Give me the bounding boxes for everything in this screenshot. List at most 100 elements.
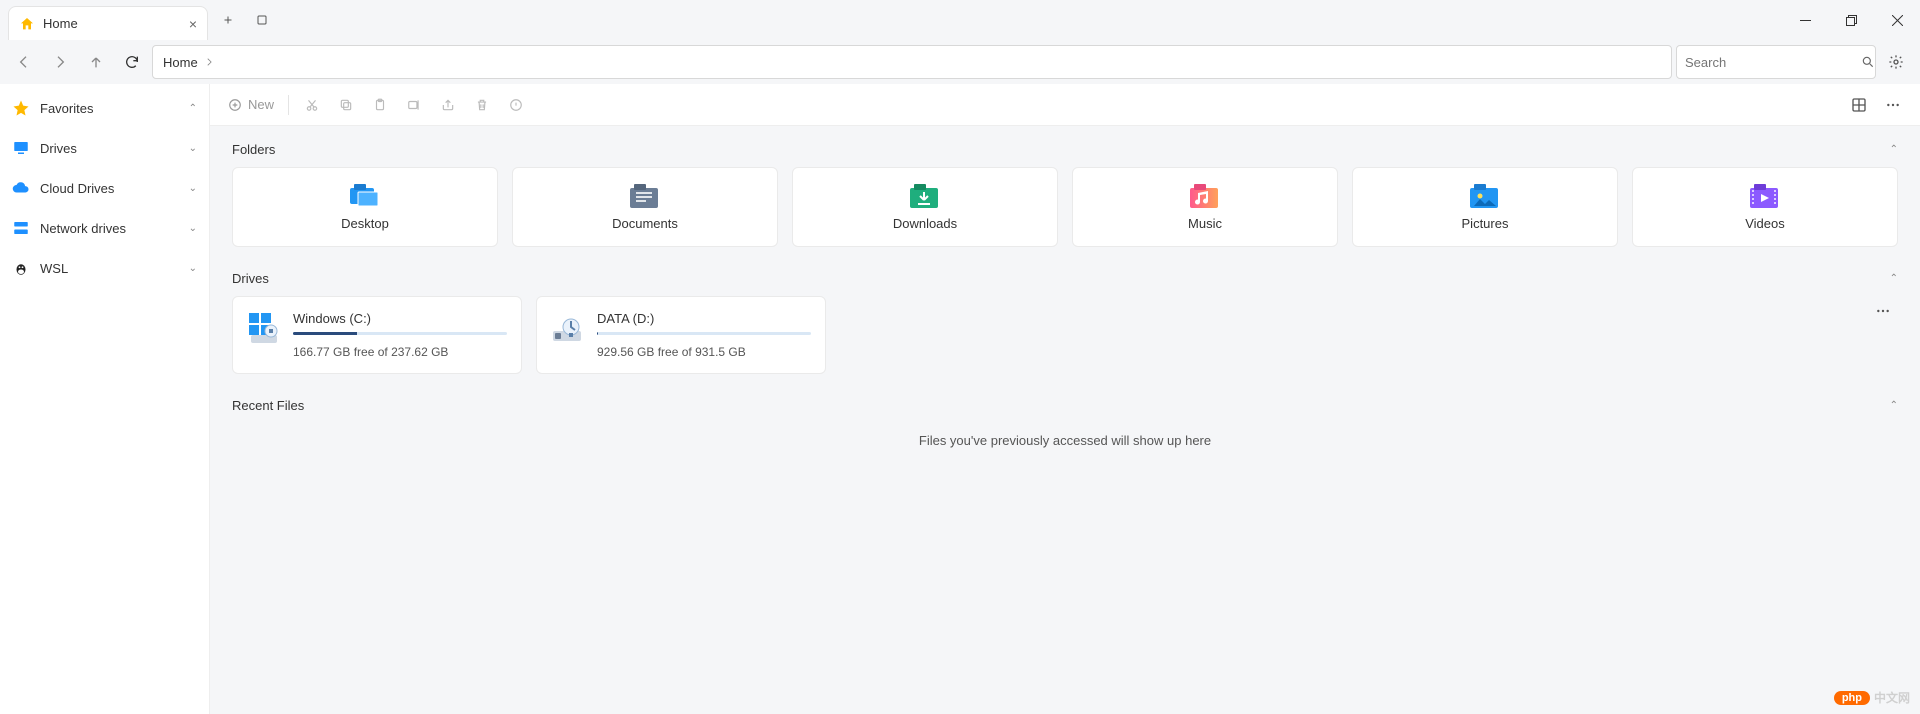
tab-close-icon[interactable]: × xyxy=(189,16,197,32)
separator xyxy=(288,95,289,115)
folder-label: Videos xyxy=(1745,216,1785,231)
drive-name: Windows (C:) xyxy=(293,311,507,326)
address-bar[interactable]: Home xyxy=(152,45,1672,79)
settings-button[interactable] xyxy=(1880,46,1912,78)
chevron-right-icon xyxy=(204,57,214,67)
folder-videos[interactable]: Videos xyxy=(1632,167,1898,247)
chevron-down-icon[interactable]: ⌄ xyxy=(189,183,197,194)
chevron-down-icon[interactable]: ⌄ xyxy=(189,143,197,154)
sidebar-item-network-drives[interactable]: Network drives ⌄ xyxy=(0,208,209,248)
cut-button xyxy=(297,90,327,120)
pictures-folder-icon xyxy=(1468,184,1502,210)
sidebar-item-label: Network drives xyxy=(40,221,126,236)
desktop-folder-icon xyxy=(348,184,382,210)
home-icon xyxy=(19,16,35,32)
monitor-icon xyxy=(12,139,30,157)
sidebar-item-wsl[interactable]: WSL ⌄ xyxy=(0,248,209,288)
drives-title: Drives xyxy=(232,271,269,286)
folder-music[interactable]: Music xyxy=(1072,167,1338,247)
up-button[interactable] xyxy=(80,46,112,78)
back-button[interactable] xyxy=(8,46,40,78)
layout-button[interactable] xyxy=(1844,90,1874,120)
minimize-button[interactable] xyxy=(1782,0,1828,40)
watermark: php 中文网 xyxy=(1834,689,1910,706)
forward-button[interactable] xyxy=(44,46,76,78)
maximize-button[interactable] xyxy=(1828,0,1874,40)
delete-button xyxy=(467,90,497,120)
share-button xyxy=(433,90,463,120)
folder-desktop[interactable]: Desktop xyxy=(232,167,498,247)
paste-button xyxy=(365,90,395,120)
downloads-folder-icon xyxy=(908,184,942,210)
sidebar-item-label: WSL xyxy=(40,261,68,276)
new-button[interactable]: New xyxy=(222,90,280,120)
main-area: New Folders ⌃ Deskto xyxy=(210,84,1920,714)
videos-folder-icon xyxy=(1748,184,1782,210)
chevron-down-icon[interactable]: ⌄ xyxy=(189,223,197,234)
recent-header: Recent Files ⌃ xyxy=(232,398,1898,413)
collapse-folders-icon[interactable]: ⌃ xyxy=(1890,144,1898,155)
sidebar-item-label: Cloud Drives xyxy=(40,181,114,196)
drive-windows-icon xyxy=(247,311,281,359)
folder-label: Documents xyxy=(612,216,678,231)
folder-label: Downloads xyxy=(893,216,957,231)
search-icon[interactable] xyxy=(1861,55,1875,69)
folder-label: Pictures xyxy=(1462,216,1509,231)
drive-d[interactable]: DATA (D:) 929.56 GB free of 931.5 GB xyxy=(536,296,826,374)
sidebar-item-favorites[interactable]: Favorites ⌃ xyxy=(0,88,209,128)
watermark-text: 中文网 xyxy=(1874,689,1910,706)
search-box[interactable] xyxy=(1676,45,1876,79)
recent-title: Recent Files xyxy=(232,398,304,413)
drives-header: Drives ⌃ xyxy=(232,271,1898,286)
folder-label: Music xyxy=(1188,216,1222,231)
collapse-recent-icon[interactable]: ⌃ xyxy=(1890,400,1898,411)
recent-empty-text: Files you've previously accessed will sh… xyxy=(232,423,1898,458)
toolbar: New xyxy=(210,84,1920,126)
folder-pictures[interactable]: Pictures xyxy=(1352,167,1618,247)
folders-grid: Desktop Documents Downloads Music Pictur… xyxy=(232,167,1898,247)
music-folder-icon xyxy=(1188,184,1222,210)
copy-button xyxy=(331,90,361,120)
sidebar-item-drives[interactable]: Drives ⌄ xyxy=(0,128,209,168)
drive-usage-bar xyxy=(293,332,507,335)
chevron-down-icon[interactable]: ⌄ xyxy=(189,263,197,274)
documents-folder-icon xyxy=(628,184,662,210)
drives-more-button[interactable] xyxy=(1868,296,1898,326)
cloud-icon xyxy=(12,179,30,197)
search-input[interactable] xyxy=(1685,55,1861,70)
new-tab-button[interactable] xyxy=(214,6,242,34)
folder-label: Desktop xyxy=(341,216,389,231)
folders-title: Folders xyxy=(232,142,275,157)
titlebar: Home × xyxy=(0,0,1920,40)
watermark-badge: php xyxy=(1834,691,1870,705)
drive-usage-bar xyxy=(597,332,811,335)
folder-documents[interactable]: Documents xyxy=(512,167,778,247)
drive-free-text: 929.56 GB free of 931.5 GB xyxy=(597,345,811,359)
chevron-up-icon[interactable]: ⌃ xyxy=(189,103,197,114)
drives-row: Windows (C:) 166.77 GB free of 237.62 GB… xyxy=(232,296,1898,374)
folders-header: Folders ⌃ xyxy=(232,142,1898,157)
tab-overview-button[interactable] xyxy=(248,6,276,34)
network-icon xyxy=(12,219,30,237)
content-area: Folders ⌃ Desktop Documents Downloads xyxy=(210,126,1920,714)
properties-button xyxy=(501,90,531,120)
new-button-label: New xyxy=(248,97,274,112)
window-controls xyxy=(1782,0,1920,40)
collapse-drives-icon[interactable]: ⌃ xyxy=(1890,273,1898,284)
more-button[interactable] xyxy=(1878,90,1908,120)
sidebar-item-label: Drives xyxy=(40,141,77,156)
nav-row: Home xyxy=(0,40,1920,84)
drive-data-icon xyxy=(551,311,585,359)
drive-name: DATA (D:) xyxy=(597,311,811,326)
sidebar-item-label: Favorites xyxy=(40,101,93,116)
close-button[interactable] xyxy=(1874,0,1920,40)
linux-icon xyxy=(12,259,30,277)
sidebar-item-cloud-drives[interactable]: Cloud Drives ⌄ xyxy=(0,168,209,208)
tab-title: Home xyxy=(43,16,78,31)
breadcrumb-home[interactable]: Home xyxy=(163,55,198,70)
drive-c[interactable]: Windows (C:) 166.77 GB free of 237.62 GB xyxy=(232,296,522,374)
refresh-button[interactable] xyxy=(116,46,148,78)
star-icon xyxy=(12,99,30,117)
folder-downloads[interactable]: Downloads xyxy=(792,167,1058,247)
tab-home[interactable]: Home × xyxy=(8,6,208,40)
